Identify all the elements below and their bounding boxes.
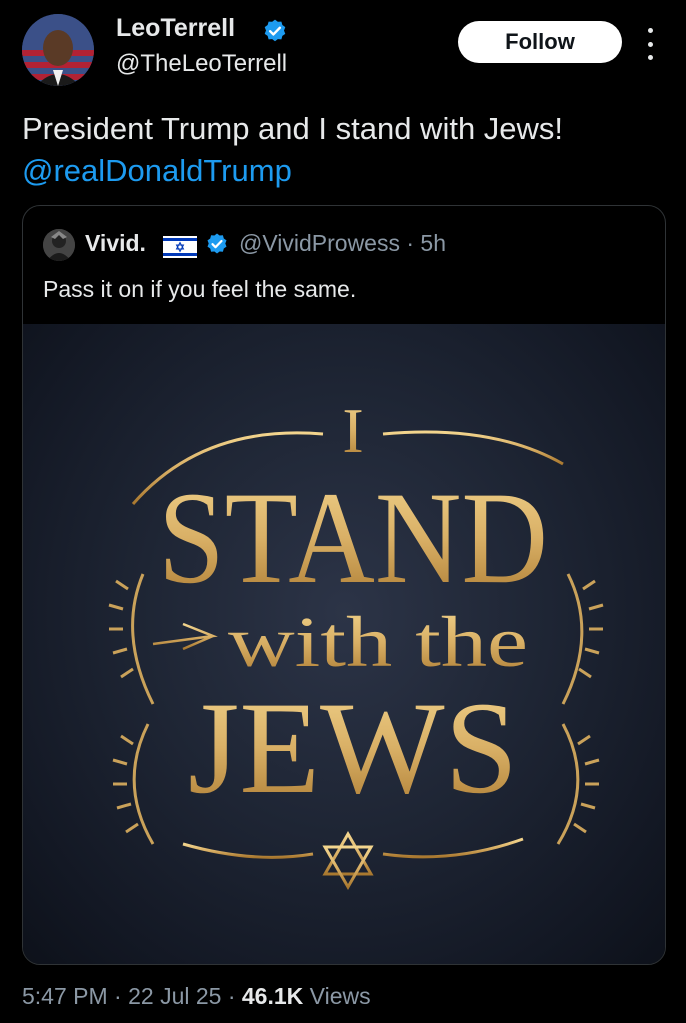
image-text-line3: with the xyxy=(228,602,528,682)
quoted-tweet[interactable]: Vivid. @VividProwess · 5h Pass it on if … xyxy=(22,205,666,965)
views-label: Views xyxy=(303,983,371,1009)
quoted-display-name[interactable]: Vivid. xyxy=(85,230,146,257)
verified-badge-icon xyxy=(207,233,227,254)
image-text-line4: JEWS xyxy=(188,674,518,821)
view-count: 46.1K xyxy=(241,983,304,1009)
tweet-body: President Trump and I stand with Jews! xyxy=(22,111,564,146)
verified-badge-icon xyxy=(264,19,286,42)
star-of-david-icon xyxy=(322,830,374,891)
image-text-line1: I xyxy=(342,395,363,466)
arrow-flourish xyxy=(152,622,218,651)
author-display-name[interactable]: LeoTerrell xyxy=(116,14,235,43)
tweet-header: LeoTerrell @TheLeoTerrell Follow xyxy=(0,0,686,100)
image-text-line2: STAND xyxy=(158,464,548,611)
quoted-image[interactable]: I STAND with the JEWS xyxy=(23,324,665,964)
laurel-left xyxy=(108,573,155,845)
tweet-meta: 5:47 PM · 22 Jul 25 · 46.1K Views xyxy=(22,983,371,1010)
quoted-tweet-text: Pass it on if you feel the same. xyxy=(43,276,357,302)
quoted-author-avatar[interactable] xyxy=(43,229,75,261)
flourish-right xyxy=(382,430,564,466)
quoted-handle-time[interactable]: @VividProwess · 5h xyxy=(239,230,446,257)
more-vertical-icon[interactable] xyxy=(638,28,662,60)
flourish-bottom-right xyxy=(382,837,524,859)
tweet-text: President Trump and I stand with Jews! @… xyxy=(22,108,672,192)
author-avatar[interactable] xyxy=(22,14,94,86)
author-handle[interactable]: @TheLeoTerrell xyxy=(116,50,287,78)
laurel-right xyxy=(556,573,604,845)
time-date[interactable]: 5:47 PM · 22 Jul 25 · xyxy=(22,983,242,1009)
israel-flag-icon xyxy=(163,236,197,258)
follow-button[interactable]: Follow xyxy=(458,21,622,63)
flourish-bottom-left xyxy=(182,842,314,859)
mention-link[interactable]: @realDonaldTrump xyxy=(22,150,672,192)
